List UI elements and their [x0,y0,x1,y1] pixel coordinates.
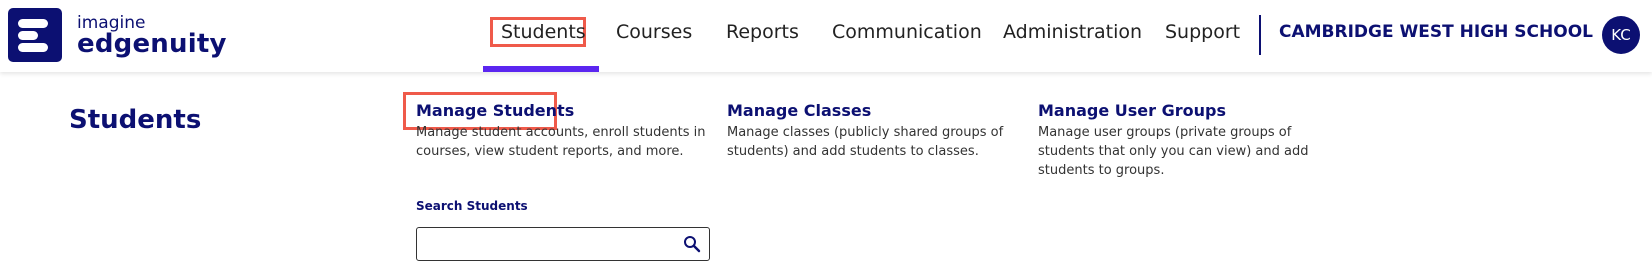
manage-user-groups-link[interactable]: Manage User Groups [1038,101,1226,120]
search-students-input[interactable] [423,232,677,258]
nav-reports[interactable]: Reports [726,21,799,43]
nav-administration[interactable]: Administration [1003,21,1142,43]
school-name[interactable]: CAMBRIDGE WEST HIGH SCHOOL [1279,22,1593,42]
active-tab-indicator [483,66,599,72]
top-navigation-bar: imagine edgenuity Students Courses Repor… [0,0,1652,72]
search-students-label: Search Students [416,199,528,213]
search-students-box [416,227,710,261]
manage-classes-description: Manage classes (publicly shared groups o… [727,125,1004,159]
brand-line2: edgenuity [77,29,227,59]
nav-courses[interactable]: Courses [616,21,692,43]
edgenuity-logo-icon[interactable] [8,8,62,62]
page-title: Students [69,105,202,135]
nav-support[interactable]: Support [1165,21,1240,43]
user-avatar[interactable]: KC [1602,16,1640,54]
nav-communication[interactable]: Communication [832,21,982,43]
manage-user-groups-description: Manage user groups (private groups of st… [1038,125,1309,178]
manage-students-description: Manage student accounts, enroll students… [416,125,706,159]
nav-divider [1259,15,1261,55]
manage-students-link[interactable]: Manage Students [416,101,574,120]
nav-students[interactable]: Students [501,21,586,43]
search-icon[interactable] [683,235,701,253]
manage-classes-link[interactable]: Manage Classes [727,101,871,120]
